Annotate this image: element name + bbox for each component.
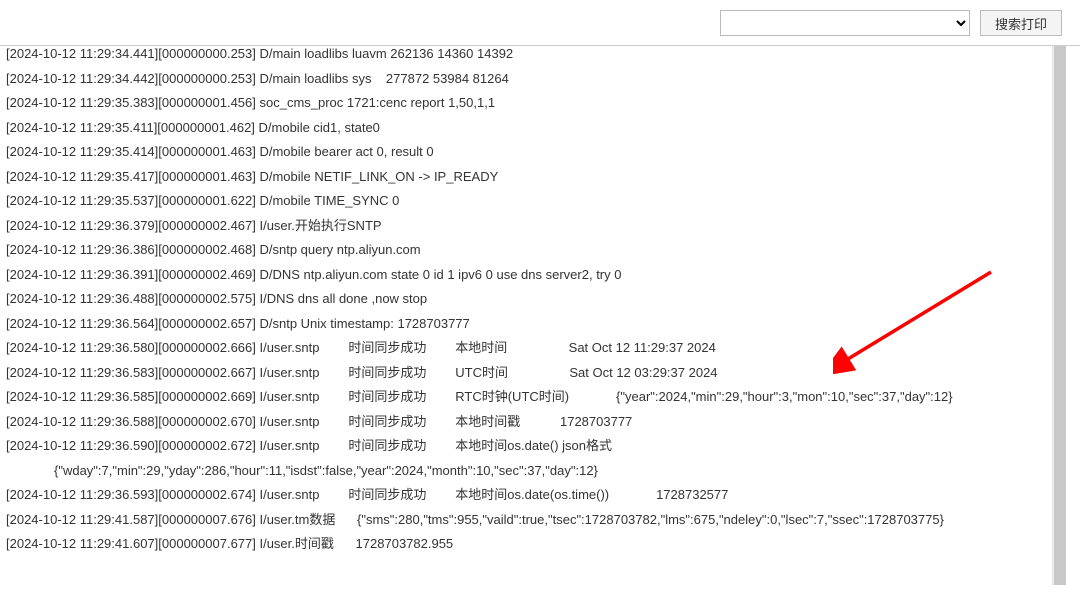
log-row: [2024-10-12 11:29:36.391][000000002.469]… <box>6 263 1080 288</box>
log-row: [2024-10-12 11:29:35.414][000000001.463]… <box>6 140 1080 165</box>
log-row: [2024-10-12 11:29:34.441][000000000.253]… <box>6 45 1080 67</box>
search-select[interactable] <box>720 10 970 36</box>
log-row: [2024-10-12 11:29:35.411][000000001.462]… <box>6 116 1080 141</box>
log-row: [2024-10-12 11:29:36.386][000000002.468]… <box>6 238 1080 263</box>
log-row: [2024-10-12 11:29:41.607][000000007.677]… <box>6 532 1080 557</box>
log-row: [2024-10-12 11:29:41.587][000000007.676]… <box>6 508 1080 533</box>
log-row: [2024-10-12 11:29:36.379][000000002.467]… <box>6 214 1080 239</box>
log-row: [2024-10-12 11:29:35.537][000000001.622]… <box>6 189 1080 214</box>
search-print-button[interactable]: 搜索打印 <box>980 10 1062 36</box>
log-lines: [2024-10-12 11:29:34.441][000000000.253]… <box>6 45 1080 557</box>
log-row: [2024-10-12 11:29:34.442][000000000.253]… <box>6 67 1080 92</box>
scrollbar-thumb[interactable] <box>1054 46 1066 585</box>
log-row: [2024-10-12 11:29:36.590][000000002.672]… <box>6 434 1080 459</box>
log-row: [2024-10-12 11:29:36.580][000000002.666]… <box>6 336 1080 361</box>
scrollbar[interactable] <box>1052 46 1066 585</box>
log-area: [2024-10-12 11:29:34.441][000000000.253]… <box>0 45 1080 585</box>
log-row: [2024-10-12 11:29:36.585][000000002.669]… <box>6 385 1080 410</box>
toolbar: 搜索打印 <box>0 0 1080 45</box>
log-row: [2024-10-12 11:29:36.488][000000002.575]… <box>6 287 1080 312</box>
log-row: {"wday":7,"min":29,"yday":286,"hour":11,… <box>6 459 1080 484</box>
log-row: [2024-10-12 11:29:36.564][000000002.657]… <box>6 312 1080 337</box>
log-row: [2024-10-12 11:29:36.593][000000002.674]… <box>6 483 1080 508</box>
log-row: [2024-10-12 11:29:35.383][000000001.456]… <box>6 91 1080 116</box>
log-row: [2024-10-12 11:29:36.583][000000002.667]… <box>6 361 1080 386</box>
log-row: [2024-10-12 11:29:35.417][000000001.463]… <box>6 165 1080 190</box>
log-row: [2024-10-12 11:29:36.588][000000002.670]… <box>6 410 1080 435</box>
